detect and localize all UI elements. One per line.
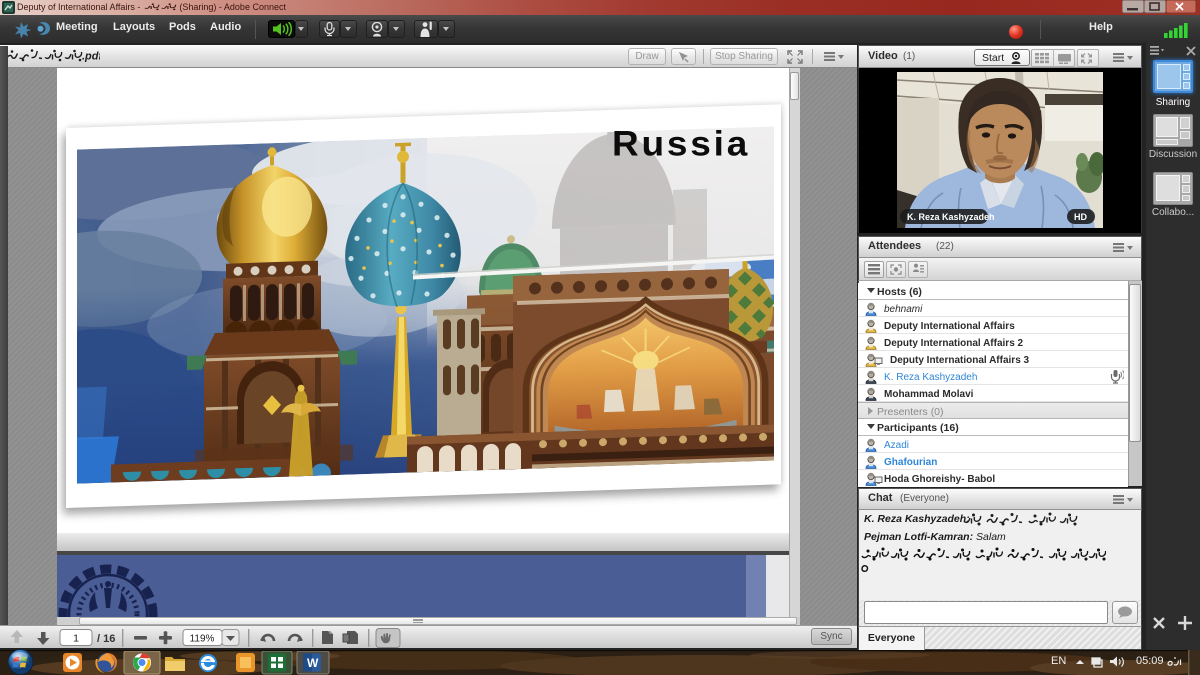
svg-text:/ 16: / 16 bbox=[97, 633, 115, 645]
svg-text:W: W bbox=[307, 656, 319, 670]
svg-text:K. Reza Kashyzadeh: K. Reza Kashyzadeh bbox=[907, 212, 995, 222]
svg-text:.pdf: .pdf bbox=[82, 51, 100, 63]
svg-text:1: 1 bbox=[73, 633, 79, 645]
svg-text:119%: 119% bbox=[190, 634, 215, 645]
svg-text:HD: HD bbox=[1074, 212, 1087, 222]
